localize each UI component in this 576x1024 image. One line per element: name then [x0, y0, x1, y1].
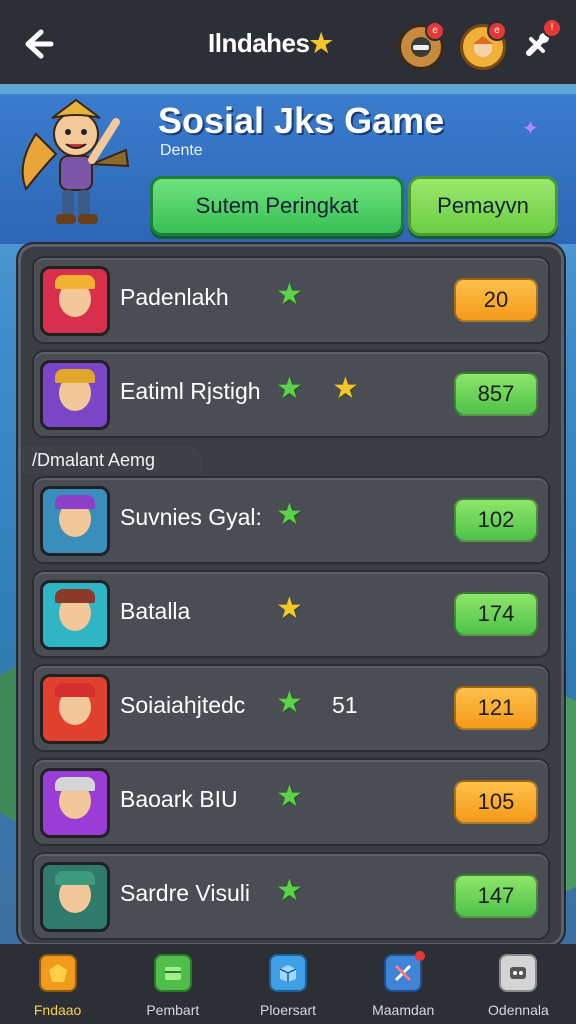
player-name: Suvnies Gyal:	[120, 504, 262, 530]
star-icon: ★	[276, 372, 303, 405]
leaderboard-row[interactable]: Eatiml Rjstigh ★ ★ 857	[32, 350, 550, 438]
chat-icon	[499, 954, 538, 992]
notification-badge: !	[542, 18, 562, 38]
game-subtitle: Dente	[160, 142, 203, 159]
player-avatar	[40, 768, 110, 838]
notification-dot	[415, 951, 426, 961]
nav-label: Maamdan	[372, 1002, 435, 1018]
star-icon: ★	[276, 874, 303, 907]
map-icon	[384, 951, 426, 992]
page-title: Ilndahes★	[208, 28, 333, 59]
nav-label: Pembart	[146, 1002, 200, 1018]
nav-home[interactable]: Fndaao	[0, 944, 115, 1024]
back-button[interactable]	[18, 24, 58, 64]
star-icon: ★	[276, 278, 303, 311]
leaderboard-row[interactable]: Soiaiahjtedc ★ 51 121	[32, 664, 550, 752]
player-avatar	[40, 266, 110, 336]
nav-label: Fndaao	[33, 1002, 82, 1018]
player-avatar	[40, 580, 110, 650]
player-extra-value: 51	[332, 692, 358, 718]
nav-inventory[interactable]: Ploersart	[230, 944, 345, 1024]
player-name: Sardre Visuli	[120, 880, 250, 906]
tab-players[interactable]: Pemayvn	[408, 176, 558, 236]
player-name: Baoark BIU	[120, 786, 238, 812]
nav-label: Ploersart	[259, 1002, 317, 1018]
player-avatar	[40, 862, 110, 932]
mascot-character	[21, 98, 130, 224]
game-title: Sosial Jks Game	[158, 100, 445, 141]
profile-icon[interactable]: e	[398, 21, 445, 70]
score-badge: 857	[454, 372, 538, 416]
star-icon: ★	[276, 592, 303, 625]
star-icon: ★	[276, 498, 303, 531]
leaderboard-row[interactable]: Suvnies Gyal: ★ 102	[32, 476, 550, 564]
leaderboard-row[interactable]: Sardre Visuli ★ 147	[32, 852, 550, 940]
section-label: /Dmalant Aemg	[22, 446, 202, 474]
nav-label: Odennala	[488, 1002, 549, 1018]
box-icon	[269, 954, 307, 992]
leaderboard-row[interactable]: Batalla ★ 174	[32, 570, 550, 658]
score-badge: 20	[454, 278, 538, 322]
notification-badge: e	[425, 21, 445, 41]
leaderboard-row[interactable]: Padenlakh ★ 20	[32, 256, 550, 344]
star-icon: ★	[332, 372, 359, 405]
star-icon: ★	[276, 780, 303, 813]
page-title-text: Ilndahes	[208, 28, 310, 58]
player-avatar	[40, 674, 110, 744]
tab-leaderboard[interactable]: Sutem Peringkat	[150, 176, 404, 236]
player-avatar	[40, 360, 110, 430]
player-name: Padenlakh	[120, 284, 229, 310]
player-avatar	[40, 486, 110, 556]
score-badge: 102	[454, 498, 538, 542]
home-icon	[38, 954, 77, 992]
tools-icon[interactable]: !	[518, 18, 562, 64]
star-icon: ★	[276, 686, 303, 719]
star-icon: ★	[309, 28, 333, 58]
arrow-left-icon	[25, 29, 54, 59]
score-badge: 105	[454, 780, 538, 824]
player-name: Eatiml Rjstigh	[120, 378, 261, 404]
player-name: Soiaiahjtedc	[120, 692, 246, 718]
leaderboard-row[interactable]: Baoark BIU ★ 105	[32, 758, 550, 846]
notification-badge: e	[487, 21, 507, 41]
nav-shop[interactable]: Pembart	[115, 944, 230, 1024]
score-badge: 147	[454, 874, 538, 918]
player-name: Batalla	[120, 598, 191, 624]
score-badge: 174	[454, 592, 538, 636]
friend-icon[interactable]: e	[460, 21, 507, 70]
nav-chat[interactable]: Odennala	[461, 944, 576, 1024]
bottom-navigation: Fndaao Pembart Ploersart Maamdan Odennal…	[0, 944, 576, 1024]
top-bar: Ilndahes★ e e !	[0, 0, 576, 84]
nav-map[interactable]: Maamdan	[346, 944, 461, 1024]
shop-icon	[153, 954, 192, 992]
sparkle-icon: ✦	[522, 118, 539, 140]
score-badge: 121	[454, 686, 538, 730]
